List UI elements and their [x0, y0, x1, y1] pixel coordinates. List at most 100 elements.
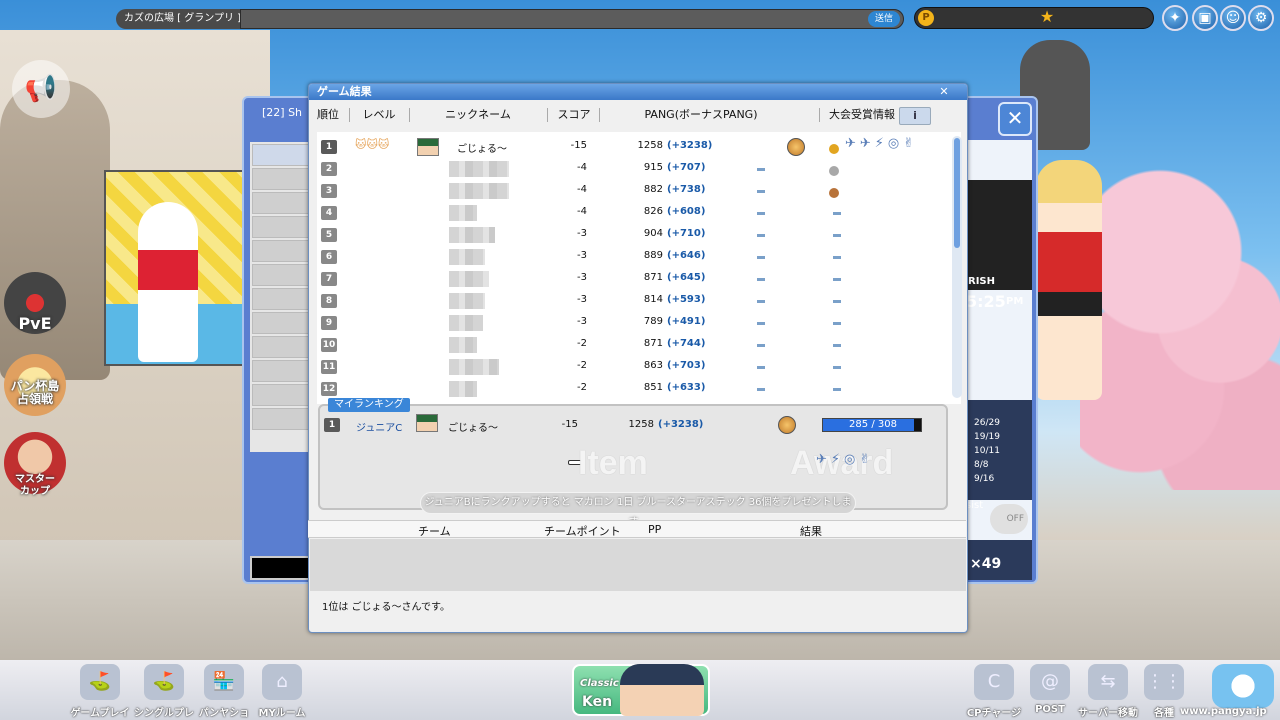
progress-text: 285 / 308	[849, 419, 897, 430]
rank-number: 12	[321, 382, 337, 396]
room-slot[interactable]	[252, 336, 310, 358]
table-row[interactable]: 6 -3 889 (+646)	[317, 246, 947, 268]
player-bonus-pang: (+491)	[667, 316, 706, 327]
room-slot[interactable]	[252, 144, 310, 166]
player-pang: 1258	[637, 140, 663, 151]
player-bonus-pang: (+645)	[667, 272, 706, 283]
chat-input[interactable]	[240, 9, 904, 29]
table-row[interactable]: 8 -3 814 (+593)	[317, 290, 947, 312]
megaphone-icon[interactable]: 📢	[12, 60, 70, 118]
shop-button[interactable]: 🏪 パンヤショップ	[194, 664, 254, 720]
table-row[interactable]: 5 -3 904 (+710)	[317, 224, 947, 246]
room-slot[interactable]	[252, 264, 310, 286]
star-icon: ★	[1039, 7, 1055, 26]
rank-number: 3	[321, 184, 337, 198]
trophy-icon	[778, 416, 796, 434]
player-pang: 889	[643, 250, 663, 261]
my-pang: 1258	[628, 419, 654, 430]
friend-icon[interactable]: ☺	[1220, 5, 1246, 31]
currency-bar	[914, 7, 1154, 29]
island-battle-label: パン杯島 占領戦	[10, 379, 60, 406]
table-row[interactable]: 2 -4 915 (+707)	[317, 158, 947, 180]
room-slot[interactable]	[252, 408, 310, 430]
room-slot[interactable]	[252, 216, 310, 238]
room-slot[interactable]	[252, 288, 310, 310]
rank-number: 9	[321, 316, 337, 330]
assist-toggle[interactable]: OFF	[990, 504, 1028, 534]
empty-mark	[833, 366, 841, 369]
character-portrait	[620, 664, 704, 716]
column-nickname: ニックネーム	[445, 108, 511, 121]
single-play-icon: ⛳	[144, 664, 184, 700]
settings-icon[interactable]: ⚙	[1248, 5, 1274, 31]
table-row[interactable]: 1 🐱🐱🐱 ごじょる～ -15 1258 (+3238) ✈✈⚡◎✌	[317, 136, 947, 158]
item-label: Item	[578, 444, 648, 482]
player-score: -3	[577, 228, 587, 239]
stat-value: 19/19	[974, 432, 1000, 442]
pve-label: PvE	[18, 314, 52, 333]
room-chat-input[interactable]	[250, 556, 310, 580]
room-info-card: RISH 5:25 PM 26/29 19/19 10/11 8/8 9/16 …	[966, 140, 1032, 580]
house-icon: ⌂	[262, 664, 302, 700]
table-row[interactable]: 4 -4 826 (+608)	[317, 202, 947, 224]
player-bonus-pang: (+633)	[667, 382, 706, 393]
ranking-scroll-thumb[interactable]	[954, 138, 960, 248]
table-row[interactable]: 12 -2 851 (+633)	[317, 378, 947, 400]
close-icon[interactable]: ✕	[937, 85, 951, 99]
ranking-icon[interactable]: ✦	[1162, 5, 1188, 31]
column-divider	[599, 108, 600, 122]
cp-charge-label: CPチャージ	[966, 708, 1022, 719]
column-level: レベル	[362, 108, 396, 121]
golf-icon: ⛳	[80, 664, 120, 700]
empty-mark	[757, 300, 765, 303]
room-slot[interactable]	[252, 384, 310, 406]
poster-character	[138, 202, 198, 362]
single-play-label: シングルプレイ	[134, 708, 194, 719]
room-slot[interactable]	[252, 168, 310, 190]
award-info-button[interactable]: i	[899, 107, 931, 125]
player-pang: 871	[643, 272, 663, 283]
player-pang: 789	[643, 316, 663, 327]
single-play-button[interactable]: ⛳ シングルプレイ	[134, 664, 194, 720]
team-point-column: チームポイント	[544, 525, 621, 538]
empty-mark	[833, 344, 841, 347]
avatar	[417, 138, 439, 156]
room-slot[interactable]	[252, 312, 310, 334]
table-row[interactable]: 10 -2 871 (+744)	[317, 334, 947, 356]
player-score: -3	[577, 294, 587, 305]
hidden-player-name	[449, 161, 509, 177]
grid-icon: ⋮⋮	[1144, 664, 1184, 700]
gift-icon[interactable]: ▣	[1192, 5, 1218, 31]
table-row[interactable]: 3 -4 882 (+738)	[317, 180, 947, 202]
my-bonus-pang: (+3238)	[658, 419, 704, 430]
pp-column: PP	[648, 523, 662, 536]
server-move-button[interactable]: ⇆ サーバー移動	[1078, 664, 1138, 719]
assist-label: sist	[966, 500, 984, 511]
empty-mark	[757, 366, 765, 369]
rank-number: 6	[321, 250, 337, 264]
pangya-logo	[1212, 664, 1274, 708]
empty-mark	[757, 344, 765, 347]
close-icon[interactable]: ✕	[998, 102, 1032, 136]
room-slot[interactable]	[252, 192, 310, 214]
trophy-icon	[787, 138, 805, 156]
table-row[interactable]: 7 -3 871 (+645)	[317, 268, 947, 290]
player-score: -3	[577, 316, 587, 327]
post-button[interactable]: @ POST	[1020, 664, 1080, 715]
hidden-player-name	[449, 359, 499, 375]
hidden-player-name	[449, 227, 495, 243]
table-row[interactable]: 11 -2 863 (+703)	[317, 356, 947, 378]
rank-number: 7	[321, 272, 337, 286]
room-slot[interactable]	[252, 360, 310, 382]
hidden-player-name	[449, 205, 477, 221]
room-slot[interactable]	[252, 240, 310, 262]
chat-send-button[interactable]: 送信	[868, 11, 900, 27]
empty-mark	[833, 212, 841, 215]
cp-charge-button[interactable]: C CPチャージ	[964, 664, 1024, 719]
team-column: チーム	[418, 525, 451, 538]
table-row[interactable]: 9 -3 789 (+491)	[317, 312, 947, 334]
empty-mark	[757, 212, 765, 215]
game-play-button[interactable]: ⛳ ゲームプレイ	[70, 664, 130, 719]
my-room-button[interactable]: ⌂ MYルーム	[252, 664, 312, 719]
player-name: ごじょる～	[457, 144, 507, 155]
